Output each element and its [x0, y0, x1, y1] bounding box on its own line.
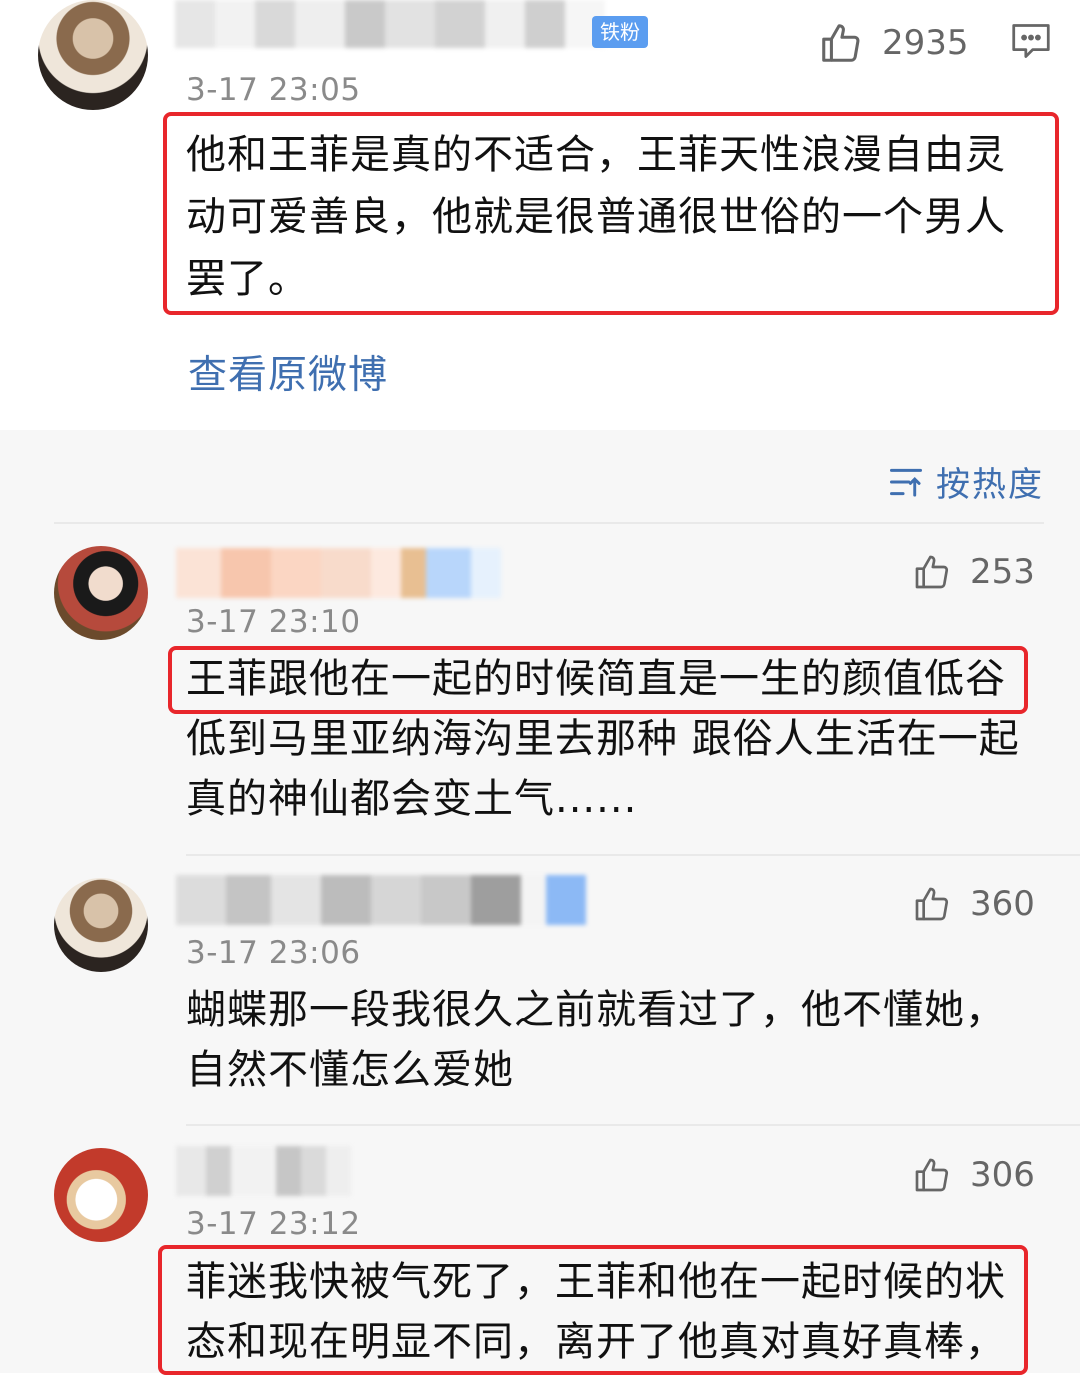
highlight-box	[158, 1245, 1028, 1375]
view-original-link[interactable]: 查看原微博	[188, 344, 388, 400]
comment-time: 3-17 23:12	[186, 1206, 361, 1242]
divider	[186, 854, 1080, 856]
comment-time: 3-17 23:10	[186, 604, 361, 640]
thumbs-up-icon	[915, 555, 949, 589]
avatar[interactable]	[54, 546, 148, 640]
sort-button[interactable]: 按热度	[888, 457, 1044, 506]
username-blurred[interactable]	[176, 1146, 351, 1196]
username-blurred[interactable]	[176, 548, 501, 598]
comment-time: 3-17 23:06	[186, 935, 361, 971]
thumbs-up-icon	[822, 24, 860, 62]
comment-icon[interactable]	[1010, 22, 1052, 64]
avatar[interactable]	[38, 0, 148, 110]
highlight-box	[168, 646, 1028, 714]
avatar[interactable]	[54, 1148, 148, 1242]
username-blurred[interactable]	[176, 875, 616, 925]
sort-icon	[889, 468, 922, 497]
thumbs-up-icon	[915, 887, 949, 921]
like-count: 360	[970, 884, 1035, 924]
comment-text: 蝴蝶那一段我很久之前就看过了，他不懂她，自然不懂怎么爱她	[186, 987, 1006, 1093]
main-post: 铁粉 2935 3-17 23:05 他和王菲是真的不适合，王菲天性浪漫自由灵动…	[0, 0, 1080, 430]
like-button[interactable]: 2935	[818, 20, 969, 66]
like-count: 306	[970, 1155, 1035, 1195]
like-count: 2935	[882, 23, 969, 63]
highlight-box	[163, 112, 1059, 315]
like-button[interactable]: 306	[912, 1155, 1035, 1195]
divider	[54, 522, 1044, 524]
post-time: 3-17 23:05	[186, 72, 361, 108]
comments-section: 按热度 253 3-17 23:10 王菲跟他在一起的时候简直是一生的颜值低谷低…	[0, 430, 1080, 1375]
like-count: 253	[970, 552, 1035, 592]
like-button[interactable]: 253	[912, 552, 1035, 592]
avatar[interactable]	[54, 878, 148, 972]
divider	[186, 1124, 1080, 1126]
sort-label: 按热度	[936, 465, 1044, 505]
thumbs-up-icon	[915, 1158, 949, 1192]
like-button[interactable]: 360	[912, 884, 1035, 924]
fan-badge: 铁粉	[592, 16, 648, 48]
username-blurred[interactable]	[175, 0, 605, 48]
